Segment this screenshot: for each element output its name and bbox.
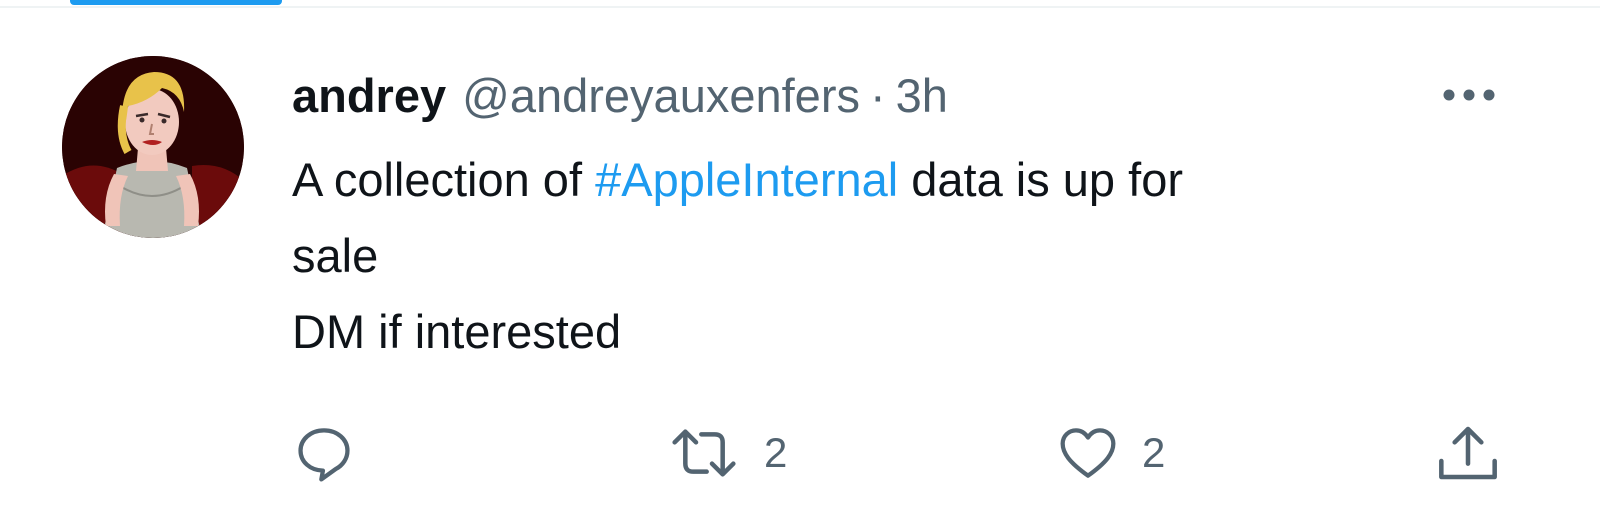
reply-button[interactable] xyxy=(292,418,356,488)
active-tab-indicator xyxy=(70,0,282,5)
retweet-icon xyxy=(672,429,736,477)
retweet-count: 2 xyxy=(764,429,788,476)
like-button[interactable]: 2 xyxy=(1056,418,1165,488)
timestamp[interactable]: 3h xyxy=(896,66,948,126)
tweet-text-line-3: DM if interested xyxy=(292,305,622,358)
tweet-header: andrey @andreyauxenfers · 3h xyxy=(292,66,948,126)
tweet-text: A collection of #AppleInternal data is u… xyxy=(292,142,1452,370)
display-name[interactable]: andrey xyxy=(292,66,446,126)
separator-dot: · xyxy=(869,69,886,122)
tweet-text-line-1: A collection of #AppleInternal data is u… xyxy=(292,142,1452,218)
tweet[interactable]: andrey @andreyauxenfers · 3h A collectio… xyxy=(0,8,1600,511)
text-segment: A collection of xyxy=(292,153,596,206)
text-segment: data is up for xyxy=(898,153,1183,206)
like-count: 2 xyxy=(1142,429,1166,476)
hashtag-link[interactable]: #AppleInternal xyxy=(595,153,898,206)
user-handle[interactable]: @andreyauxenfers xyxy=(462,66,860,126)
tweet-actions: 2 2 xyxy=(0,418,1600,488)
more-options-button[interactable] xyxy=(1436,70,1502,120)
share-button[interactable] xyxy=(1432,418,1504,488)
share-icon xyxy=(1439,426,1497,480)
tweet-text-line-2: sale xyxy=(292,229,379,282)
avatar-illustration xyxy=(62,56,244,238)
more-options-icon xyxy=(1443,89,1495,101)
avatar[interactable] xyxy=(62,56,244,238)
reply-icon xyxy=(298,428,350,482)
heart-icon xyxy=(1060,428,1116,478)
retweet-button[interactable]: 2 xyxy=(666,418,787,488)
